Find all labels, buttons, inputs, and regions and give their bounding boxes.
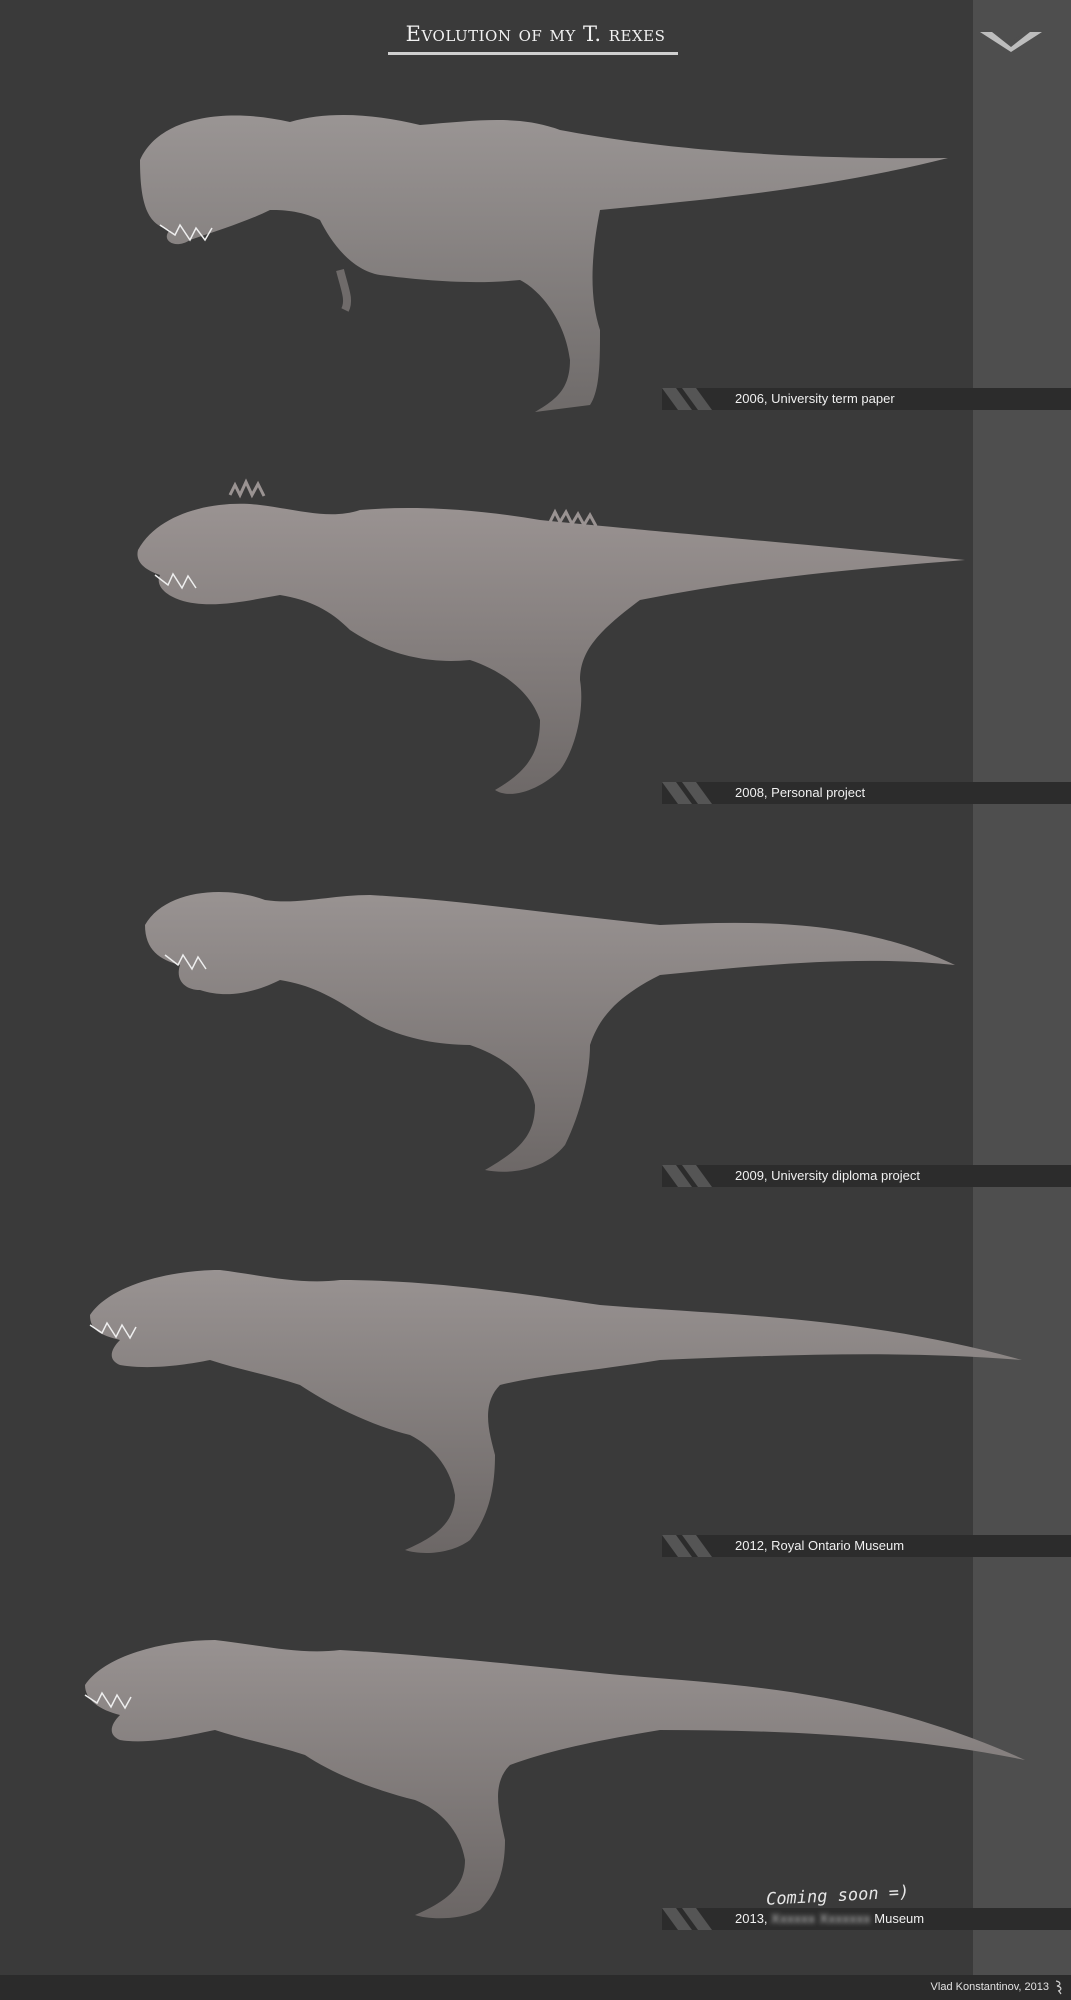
caption-2013-prefix: 2013, bbox=[735, 1911, 768, 1926]
caption-bar-2008: 2008, Personal project bbox=[662, 782, 1071, 804]
caption-stripes bbox=[662, 782, 712, 804]
v-chevron-logo-icon bbox=[980, 32, 1042, 52]
caption-bar-2006: 2006, University term paper bbox=[662, 388, 1071, 410]
trex-2012-model bbox=[89, 1270, 1022, 1553]
footer-credit: Vlad Konstantinov, 2013 bbox=[930, 1981, 1049, 1993]
page-title: Evolution of my T. rexes bbox=[405, 22, 666, 46]
blurred-text: Xxxxxx Xxxxxxx bbox=[771, 1911, 871, 1926]
caption-bar-2012: 2012, Royal Ontario Museum bbox=[662, 1535, 1071, 1557]
caption-stripes bbox=[662, 1165, 712, 1187]
trex-2009-model bbox=[145, 892, 955, 1172]
caption-bar-2009: 2009, University diploma project bbox=[662, 1165, 1071, 1187]
caption-stripes bbox=[662, 388, 712, 410]
trex-2006-model bbox=[140, 114, 948, 412]
caption-2013-suffix: Museum bbox=[874, 1911, 925, 1926]
trex-2008-model bbox=[137, 478, 965, 794]
caption-stripes bbox=[662, 1908, 712, 1930]
caption-2009: 2009, University diploma project bbox=[735, 1168, 920, 1183]
caption-bar-2013: 2013, Xxxxxx Xxxxxxx Museum bbox=[662, 1908, 1071, 1930]
caption-2013: 2013, Xxxxxx Xxxxxxx Museum bbox=[735, 1911, 924, 1926]
caption-2006: 2006, University term paper bbox=[735, 391, 895, 406]
trex-2013-model bbox=[84, 1640, 1025, 1919]
caption-2012: 2012, Royal Ontario Museum bbox=[735, 1538, 905, 1553]
page: Evolution of my T. rexes 2006, Universit… bbox=[0, 0, 1071, 2000]
caption-stripes bbox=[662, 1535, 712, 1557]
signature-icon bbox=[1055, 1980, 1062, 1995]
caption-2008: 2008, Personal project bbox=[735, 785, 866, 800]
footer-bar: Vlad Konstantinov, 2013 bbox=[0, 1975, 1071, 2000]
title-underline bbox=[388, 52, 678, 55]
